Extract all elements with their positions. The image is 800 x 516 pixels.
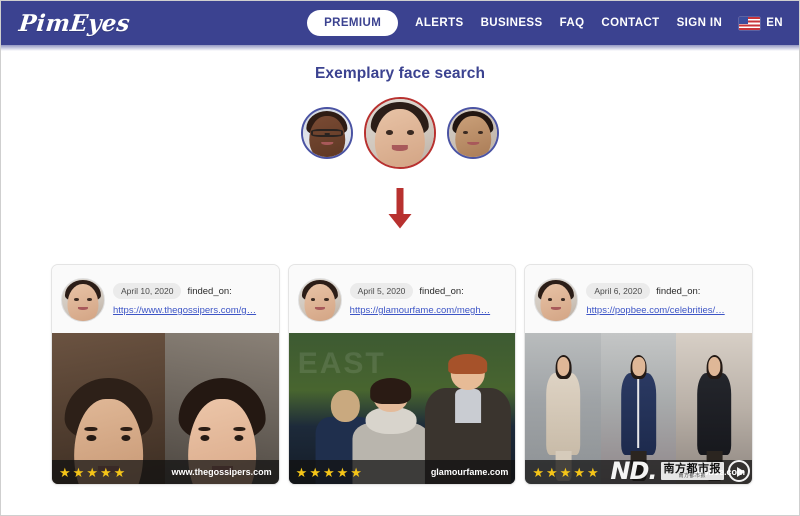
result-thumbnail-3 bbox=[534, 277, 579, 322]
result-overlay-bar-3: ★ ★ ★ ★ ★ popbee.com bbox=[525, 460, 753, 484]
result-url-link[interactable]: https://popbee.com/celebrities/… bbox=[586, 305, 743, 316]
result-card-3-header: April 6, 2020 finded_on: https://popbee.… bbox=[525, 265, 753, 333]
result-image-1[interactable]: ★ ★ ★ ★ ★ www.thegossipers.com bbox=[52, 333, 279, 484]
result-card-3[interactable]: April 6, 2020 finded_on: https://popbee.… bbox=[524, 264, 754, 485]
result-date-badge: April 6, 2020 bbox=[586, 283, 651, 299]
rating-stars-2: ★ ★ ★ ★ ★ bbox=[296, 466, 362, 479]
star-icon: ★ bbox=[295, 464, 308, 480]
star-icon: ★ bbox=[99, 464, 112, 480]
top-navigation-bar: PimEyes PREMIUM ALERTS BUSINESS FAQ CONT… bbox=[1, 1, 799, 51]
face-thumb-3[interactable] bbox=[447, 107, 499, 159]
star-icon: ★ bbox=[86, 464, 98, 480]
nav-link-alerts[interactable]: ALERTS bbox=[415, 17, 463, 29]
result-url-link[interactable]: https://www.thegossipers.com/g… bbox=[113, 305, 270, 316]
star-icon: ★ bbox=[336, 464, 349, 480]
result-card-2-meta: April 5, 2020 finded_on: https://glamour… bbox=[349, 283, 507, 316]
language-label: EN bbox=[766, 17, 783, 29]
face-thumb-2-selected[interactable] bbox=[364, 97, 436, 169]
nav-link-business[interactable]: BUSINESS bbox=[481, 17, 543, 29]
star-icon: ★ bbox=[350, 464, 362, 480]
result-card-3-meta: April 6, 2020 finded_on: https://popbee.… bbox=[586, 283, 743, 316]
search-results-row: April 10, 2020 finded_on: https://www.th… bbox=[51, 264, 754, 485]
result-image-2[interactable]: EAST ★ ★ ★ ★ ★ glamourfame.com bbox=[288, 333, 516, 484]
star-icon: ★ bbox=[309, 464, 321, 480]
result-image-3[interactable]: ★ ★ ★ ★ ★ popbee.com ND. 南方都市报 南方都市报 bbox=[525, 333, 753, 484]
rating-stars-1: ★ ★ ★ ★ ★ bbox=[59, 466, 125, 479]
us-flag-icon bbox=[739, 16, 761, 30]
nav-links-group: PREMIUM ALERTS BUSINESS FAQ CONTACT SIGN… bbox=[307, 10, 783, 36]
star-icon: ★ bbox=[532, 464, 544, 480]
star-icon: ★ bbox=[59, 464, 71, 480]
nav-premium-button[interactable]: PREMIUM bbox=[307, 10, 399, 36]
result-date-badge: April 10, 2020 bbox=[113, 283, 182, 299]
arrow-down-icon bbox=[388, 188, 412, 229]
rating-stars-3: ★ ★ ★ ★ ★ bbox=[532, 466, 598, 479]
result-overlay-bar-1: ★ ★ ★ ★ ★ www.thegossipers.com bbox=[52, 460, 279, 484]
star-icon: ★ bbox=[322, 464, 335, 480]
found-on-label: finded_on: bbox=[419, 285, 464, 297]
background-sign: EAST bbox=[297, 346, 386, 380]
result-site-name-2: glamourfame.com bbox=[430, 467, 509, 477]
result-url-link[interactable]: https://glamourfame.com/megh… bbox=[350, 305, 507, 316]
result-overlay-bar-2: ★ ★ ★ ★ ★ glamourfame.com bbox=[288, 460, 516, 484]
result-thumbnail-1 bbox=[61, 277, 105, 322]
result-thumbnail-2 bbox=[297, 277, 342, 322]
found-on-label: finded_on: bbox=[187, 285, 232, 297]
result-card-1[interactable]: April 10, 2020 finded_on: https://www.th… bbox=[51, 264, 280, 485]
nav-link-sign-in[interactable]: SIGN IN bbox=[677, 17, 723, 29]
nav-link-faq[interactable]: FAQ bbox=[560, 17, 585, 29]
arrow-down-container bbox=[1, 188, 799, 230]
pimeyes-page: PimEyes PREMIUM ALERTS BUSINESS FAQ CONT… bbox=[0, 0, 800, 516]
result-date-badge: April 5, 2020 bbox=[349, 283, 414, 299]
star-icon: ★ bbox=[586, 464, 599, 480]
star-icon: ★ bbox=[113, 464, 126, 480]
page-title: Exemplary face search bbox=[314, 65, 486, 82]
result-site-name-3: popbee.com bbox=[692, 467, 746, 477]
nav-link-contact[interactable]: CONTACT bbox=[601, 17, 659, 29]
star-icon: ★ bbox=[72, 464, 85, 480]
pimeyes-logo[interactable]: PimEyes bbox=[18, 10, 132, 37]
result-site-name-1: www.thegossipers.com bbox=[171, 467, 272, 477]
example-face-selector bbox=[1, 97, 799, 169]
result-card-2[interactable]: April 5, 2020 finded_on: https://glamour… bbox=[287, 264, 517, 485]
face-thumb-1[interactable] bbox=[301, 107, 353, 159]
found-on-label: finded_on: bbox=[656, 285, 701, 297]
language-selector[interactable]: EN bbox=[739, 16, 783, 30]
star-icon: ★ bbox=[559, 464, 572, 480]
result-card-1-header: April 10, 2020 finded_on: https://www.th… bbox=[52, 265, 279, 333]
star-icon: ★ bbox=[546, 464, 558, 480]
result-card-2-header: April 5, 2020 finded_on: https://glamour… bbox=[288, 265, 516, 333]
star-icon: ★ bbox=[573, 464, 585, 480]
result-card-1-meta: April 10, 2020 finded_on: https://www.th… bbox=[113, 283, 270, 316]
